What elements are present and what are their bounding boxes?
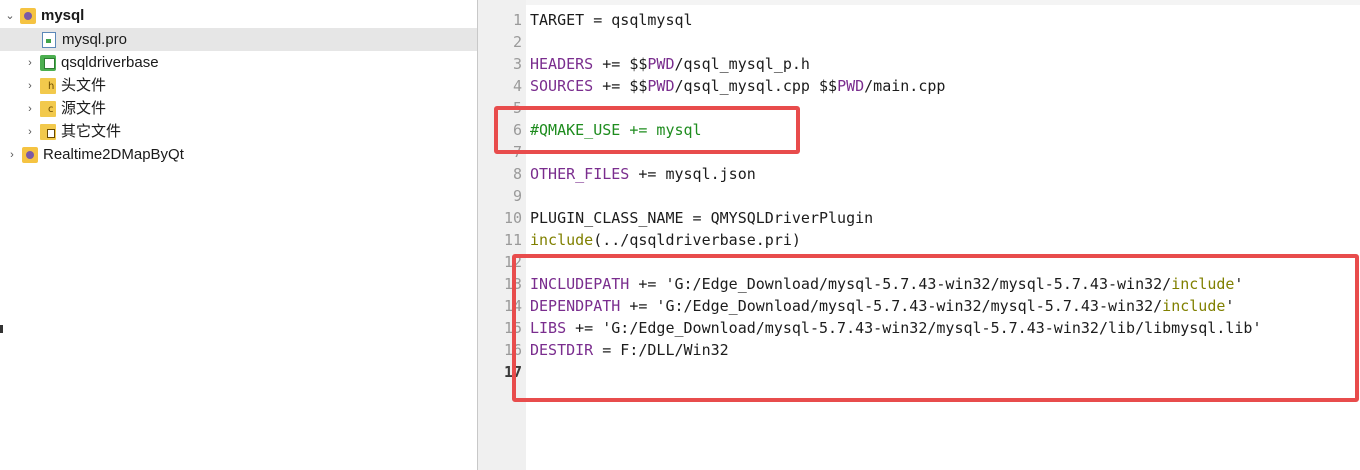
line-number: 8 — [512, 165, 522, 183]
code-token: TARGET = qsqlmysql — [530, 11, 693, 29]
line-number: 10 — [503, 209, 522, 227]
code-token: += $$ — [593, 55, 648, 73]
code-token: OTHER_FILES — [530, 165, 630, 183]
tree-item-label: mysql.pro — [62, 31, 128, 48]
code-text[interactable]: TARGET = qsqlmysql — [530, 9, 693, 31]
editor-top-strip — [526, 0, 1360, 5]
code-line[interactable]: 1 TARGET = qsqlmysql — [478, 9, 1360, 31]
tree-item-qsqldriverbase[interactable]: › qsqldriverbase — [0, 51, 477, 74]
annotation-box-qmake-use — [494, 106, 800, 154]
annotation-box-mysql-paths — [512, 254, 1359, 402]
code-token: /qsql_mysql.cpp $$ — [674, 77, 838, 95]
code-token: /qsql_mysql_p.h — [674, 55, 810, 73]
code-token: += $$ — [593, 77, 648, 95]
splitter-handle[interactable] — [0, 325, 3, 333]
code-line[interactable]: 9 — [478, 185, 1360, 207]
qt-project-icon — [22, 146, 38, 163]
tree-item-other-files[interactable]: › 其它文件 — [0, 120, 477, 143]
chevron-right-icon[interactable]: › — [24, 80, 36, 92]
chevron-right-icon[interactable]: › — [24, 57, 36, 69]
tree-item-label: 源文件 — [61, 100, 107, 117]
code-token: /main.cpp — [864, 77, 946, 95]
tree-item-mysql[interactable]: ⌄ mysql — [4, 4, 481, 27]
tree-item-label: 头文件 — [61, 77, 107, 94]
chevron-right-icon[interactable]: › — [6, 149, 18, 161]
chevron-right-icon[interactable]: › — [24, 126, 36, 138]
line-number: 3 — [512, 55, 522, 73]
line-number: 1 — [512, 11, 522, 29]
code-token: PWD — [647, 77, 675, 95]
code-line[interactable]: 8 OTHER_FILES += mysql.json — [478, 163, 1360, 185]
code-line[interactable]: 4 SOURCES += $$PWD/qsql_mysql.cpp $$PWD/m… — [478, 75, 1360, 97]
code-line[interactable]: 10 PLUGIN_CLASS_NAME = QMYSQLDriverPlugin — [478, 207, 1360, 229]
code-token: (../qsqldriverbase.pri) — [593, 231, 801, 249]
tree-item-label: mysql — [41, 7, 85, 24]
code-token: += mysql.json — [629, 165, 756, 183]
code-token: PWD — [647, 55, 675, 73]
tree-item-label: qsqldriverbase — [61, 54, 159, 71]
code-text[interactable]: HEADERS += $$PWD/qsql_mysql_p.h — [530, 53, 810, 75]
line-number: 2 — [512, 33, 522, 51]
tree-item-realtime2dmapbyqt[interactable]: › Realtime2DMapByQt — [0, 143, 477, 166]
code-line[interactable]: 3 HEADERS += $$PWD/qsql_mysql_p.h — [478, 53, 1360, 75]
pri-project-icon — [40, 54, 56, 71]
line-number: 9 — [512, 187, 522, 205]
tree-item-headers[interactable]: › 头文件 — [0, 74, 477, 97]
tree-item-sources[interactable]: › 源文件 — [0, 97, 477, 120]
tree-item-label: Realtime2DMapByQt — [43, 146, 184, 163]
code-text[interactable]: SOURCES += $$PWD/qsql_mysql.cpp $$PWD/ma… — [530, 75, 945, 97]
pro-file-icon — [42, 31, 56, 48]
tree-item-mysql-pro[interactable]: mysql.pro — [0, 28, 477, 51]
code-token: SOURCES — [530, 77, 594, 95]
code-text[interactable]: include(../qsqldriverbase.pri) — [530, 229, 801, 251]
code-editor[interactable]: 1 TARGET = qsqlmysql 2 3 HEADERS += $$PWD/qs… — [478, 0, 1360, 470]
other-files-folder-icon — [40, 123, 56, 140]
code-text[interactable]: OTHER_FILES += mysql.json — [530, 163, 756, 185]
code-token: PLUGIN_CLASS_NAME = QMYSQLDriverPlugin — [530, 209, 874, 227]
code-token: HEADERS — [530, 55, 594, 73]
tree-item-label: 其它文件 — [61, 123, 122, 140]
line-number: 11 — [503, 231, 522, 249]
code-token: PWD — [837, 77, 865, 95]
code-token: include — [530, 231, 594, 249]
header-folder-icon — [40, 77, 56, 94]
line-number: 4 — [512, 77, 522, 95]
chevron-right-icon[interactable]: › — [24, 103, 36, 115]
qt-project-icon — [20, 7, 36, 24]
code-line[interactable]: 11 include(../qsqldriverbase.pri) — [478, 229, 1360, 251]
project-tree: ⌄ mysql mysql.pro › qsqldriverbase › 头文件… — [0, 0, 478, 470]
source-folder-icon — [40, 100, 56, 117]
code-text[interactable]: PLUGIN_CLASS_NAME = QMYSQLDriverPlugin — [530, 207, 873, 229]
chevron-down-icon[interactable]: ⌄ — [4, 9, 16, 22]
code-line[interactable]: 2 — [478, 31, 1360, 53]
